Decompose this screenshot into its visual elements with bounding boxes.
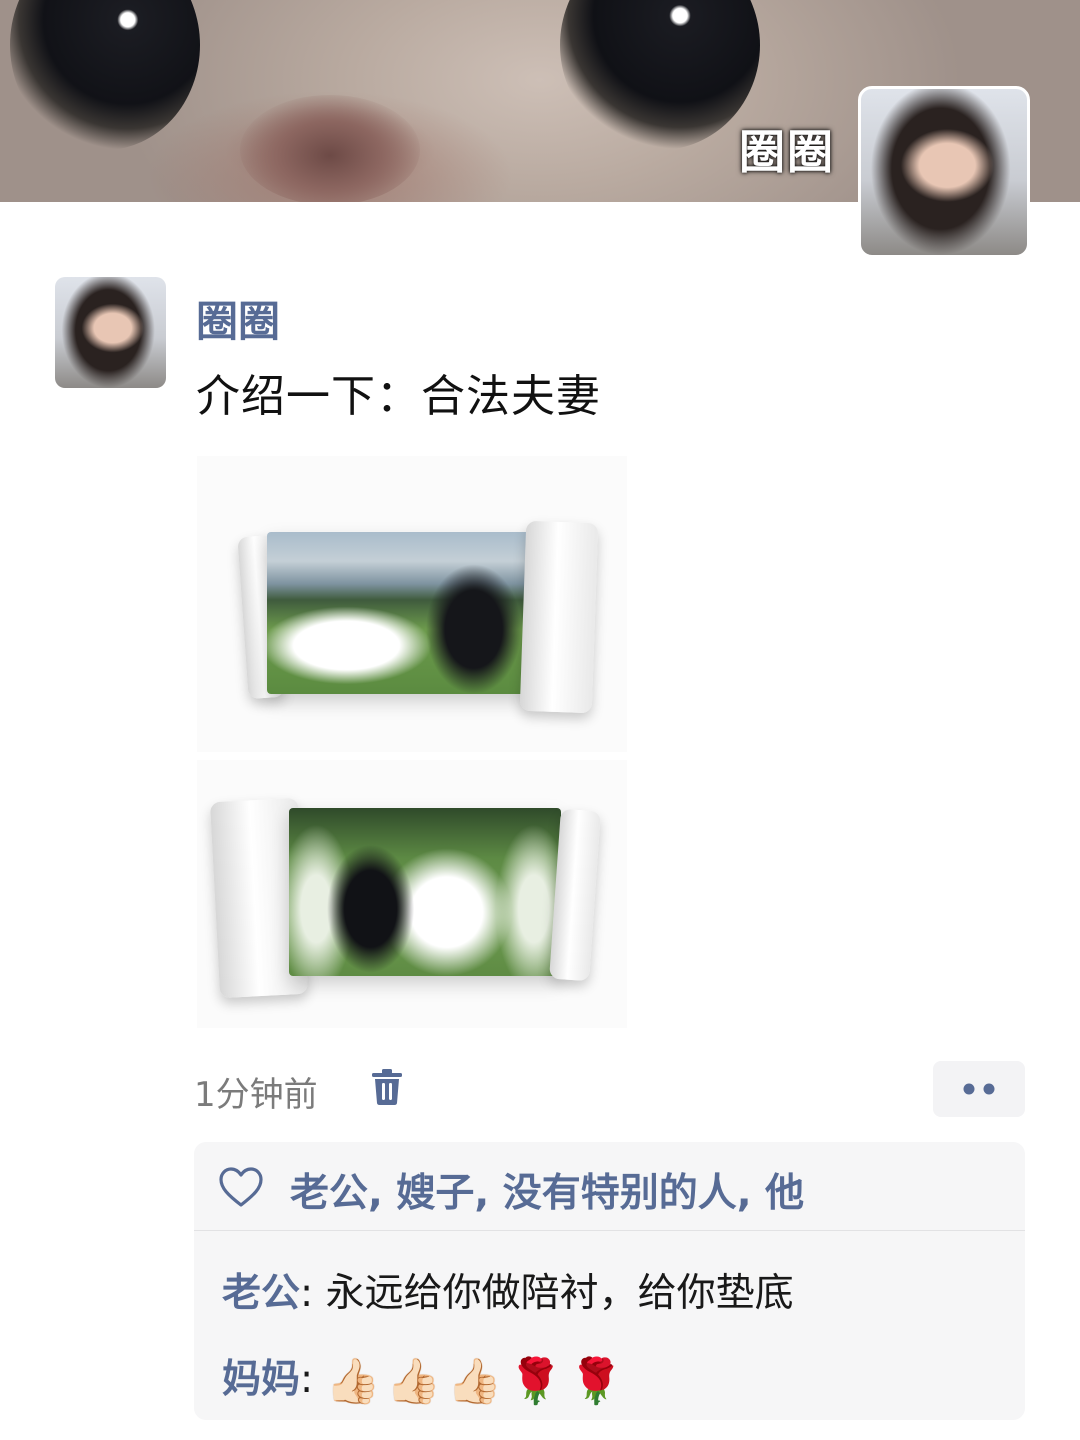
cover-username: 圈圈 xyxy=(739,125,835,179)
post-author-avatar[interactable] xyxy=(55,277,166,388)
comment-2[interactable]: 妈妈: 👍🏻 👍🏻 👍🏻 🌹 🌹 xyxy=(222,1348,624,1404)
thumbs-up-icon: 👍🏻 xyxy=(386,1355,442,1407)
comment-author[interactable]: 妈妈 xyxy=(222,1357,300,1402)
thumbs-up-icon: 👍🏻 xyxy=(447,1355,502,1407)
more-button[interactable] xyxy=(933,1061,1025,1117)
post-author-name[interactable]: 圈圈 xyxy=(196,288,280,349)
more-dots-icon xyxy=(963,1083,995,1095)
comment-emojis: 👍🏻 👍🏻 👍🏻 🌹 🌹 xyxy=(325,1355,624,1407)
cover-eye-left xyxy=(10,0,200,150)
cover-eye-right xyxy=(560,0,760,150)
comment-colon: : xyxy=(300,1271,326,1316)
rose-icon: 🌹 xyxy=(507,1355,563,1407)
post-text: 介绍一下：合法夫妻 xyxy=(196,371,601,422)
wedding-photo-dance xyxy=(289,808,561,976)
divider xyxy=(194,1230,1025,1231)
heart-icon xyxy=(219,1167,263,1207)
comment-1[interactable]: 老公: 永远给你做陪衬，给你垫底 xyxy=(222,1262,794,1318)
comment-colon: : xyxy=(300,1357,326,1402)
paper-curl-right xyxy=(519,520,599,714)
comment-text: 永远给你做陪衬，给你垫底 xyxy=(325,1271,794,1316)
profile-avatar[interactable] xyxy=(858,86,1030,258)
likers-list[interactable]: 老公, 嫂子, 没有特别的人, 他 xyxy=(290,1162,804,1218)
cover-nose xyxy=(240,95,420,202)
post-photo-2[interactable] xyxy=(197,760,627,1028)
post-timestamp: 1分钟前 xyxy=(194,1075,318,1115)
comment-author[interactable]: 老公 xyxy=(222,1271,300,1316)
wedding-photo-couple xyxy=(267,532,532,694)
trash-icon[interactable] xyxy=(370,1068,404,1106)
post-photo-1[interactable] xyxy=(197,456,627,752)
thumbs-up-icon: 👍🏻 xyxy=(325,1355,381,1407)
rose-icon: 🌹 xyxy=(568,1355,624,1407)
likes-row: 老公, 嫂子, 没有特别的人, 他 xyxy=(194,1142,1025,1231)
